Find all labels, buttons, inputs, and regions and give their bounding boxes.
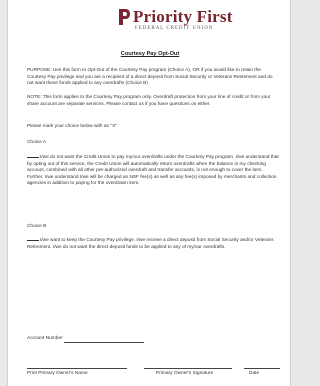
choice-a-mark-field[interactable] <box>27 153 39 158</box>
choice-a-heading: Choice A <box>27 140 47 145</box>
choice-a-paragraph: I/we do not want the Credit Union to pay… <box>27 153 279 188</box>
account-number-field[interactable] <box>64 342 144 343</box>
account-number-label: Account Number <box>27 336 63 341</box>
date-line[interactable] <box>244 368 280 369</box>
credit-union-logo: Priority First FEDERAL CREDIT UNION <box>116 7 240 35</box>
instruction-text: Please mark your choice below with an "X… <box>27 124 117 129</box>
print-name-label: Print Primary Owner's Name <box>27 371 88 376</box>
purpose-paragraph: PURPOSE: Use this form to Opt-Out of the… <box>27 68 273 87</box>
logo-subtitle: FEDERAL CREDIT UNION <box>135 26 214 31</box>
choice-a-text: I/we do not want the Credit Union to pay… <box>27 155 279 187</box>
choice-b-mark-field[interactable] <box>27 236 39 241</box>
note-paragraph: NOTE: This form applies to the Courtesy … <box>27 95 271 107</box>
choice-b-paragraph: I/we want to keep the Courtesy Pay privi… <box>27 236 279 251</box>
date-label: Date <box>249 371 260 376</box>
document-title: Courtesy Pay Opt-Out <box>120 51 180 57</box>
logo-mark-icon <box>119 9 130 25</box>
logo-name: Priority First <box>133 7 233 26</box>
signature-line[interactable] <box>144 368 232 369</box>
choice-b-text: I/we want to keep the Courtesy Pay privi… <box>27 238 274 250</box>
print-name-line[interactable] <box>27 368 127 369</box>
document-page: Priority First FEDERAL CREDIT UNION Cour… <box>7 0 291 386</box>
choice-b-heading: Choice B <box>27 224 47 229</box>
signature-label: Primary Owner's Signature <box>156 371 214 376</box>
